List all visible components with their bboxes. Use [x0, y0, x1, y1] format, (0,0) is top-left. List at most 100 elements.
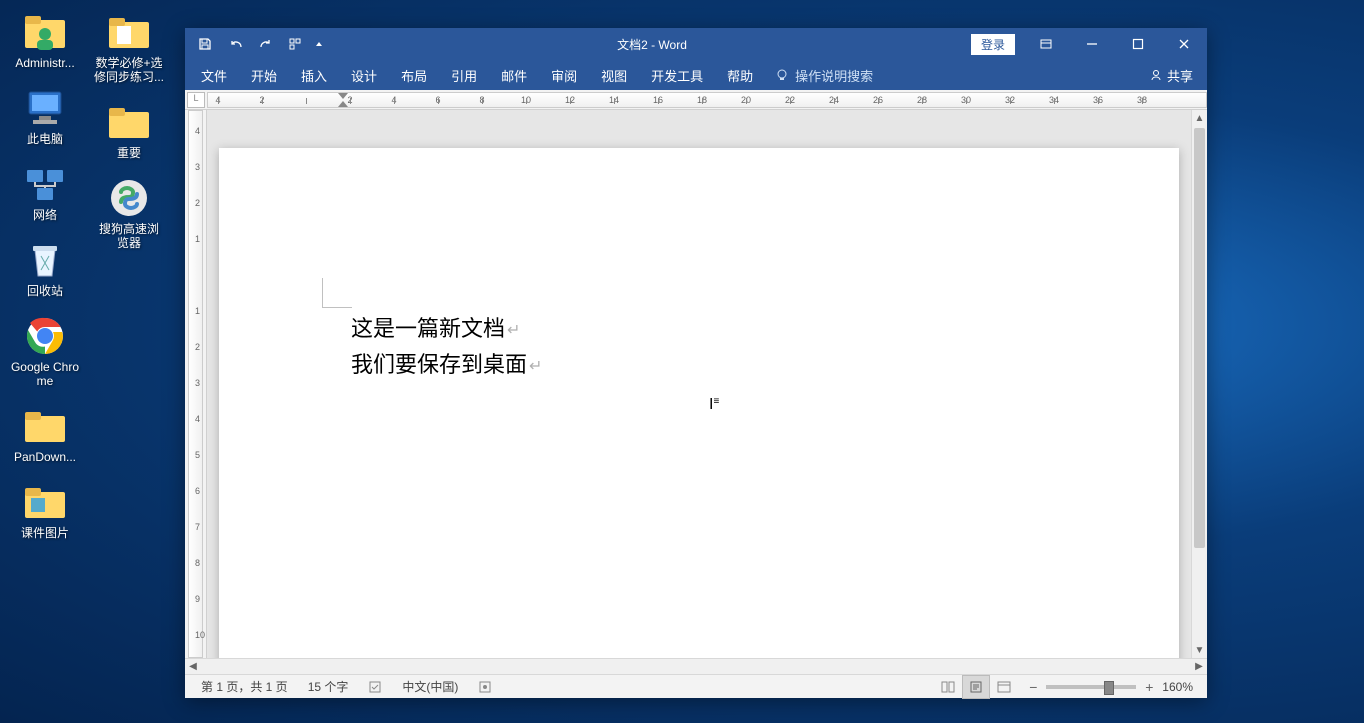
document-page[interactable]: 这是一篇新文档↵ 我们要保存到桌面↵ I≡ — [219, 148, 1179, 658]
folder-icon — [107, 10, 151, 54]
network-icon — [23, 162, 67, 206]
recycle-icon — [23, 238, 67, 282]
desktop-icon-label: 数学必修+选修同步练习... — [94, 56, 164, 84]
scroll-thumb[interactable] — [1194, 128, 1205, 548]
tab-references[interactable]: 引用 — [439, 60, 489, 90]
tab-file[interactable]: 文件 — [189, 60, 239, 90]
share-button[interactable]: 共享 — [1135, 66, 1207, 85]
redo-button[interactable] — [251, 30, 279, 58]
desktop-icon-administrator[interactable]: Administr... — [8, 8, 82, 72]
desktop-icon-network[interactable]: 网络 — [8, 160, 82, 224]
desktop-icon-this-pc[interactable]: 此电脑 — [8, 84, 82, 148]
maximize-button[interactable] — [1115, 28, 1161, 60]
paragraph-mark-icon: ↵ — [529, 358, 542, 375]
zoom-out-button[interactable]: − — [1026, 679, 1040, 695]
tab-mailings[interactable]: 邮件 — [489, 60, 539, 90]
word-count[interactable]: 15 个字 — [298, 675, 359, 698]
save-button[interactable] — [191, 30, 219, 58]
desktop-icon-label: 课件图片 — [21, 526, 69, 540]
chrome-icon — [23, 314, 67, 358]
scroll-right-button[interactable]: ▶ — [1191, 659, 1207, 675]
web-icon — [996, 680, 1012, 694]
zoom-slider[interactable] — [1046, 685, 1136, 689]
window-title: 文档2 - Word — [333, 36, 971, 53]
text-cursor-icon: I≡ — [709, 396, 719, 414]
desktop-icon-label: 网络 — [33, 208, 57, 222]
tell-me-search[interactable]: 操作说明搜索 — [765, 66, 883, 85]
person-icon — [1149, 68, 1163, 82]
tab-selector[interactable]: L — [187, 92, 205, 108]
tab-developer[interactable]: 开发工具 — [639, 60, 715, 90]
zoom-control: − + 160% — [1018, 679, 1201, 695]
desktop-col-2: 数学必修+选修同步练习... 重要 搜狗高速浏览器 — [92, 8, 166, 542]
document-line: 我们要保存到桌面 — [351, 352, 527, 377]
sogou-icon — [107, 176, 151, 220]
titlebar-right: 登录 — [971, 28, 1207, 60]
scroll-left-button[interactable]: ◀ — [185, 659, 201, 675]
desktop-icon-sogou[interactable]: 搜狗高速浏览器 — [92, 174, 166, 252]
print-layout-button[interactable] — [962, 675, 990, 699]
tab-home[interactable]: 开始 — [239, 60, 289, 90]
tab-review[interactable]: 审阅 — [539, 60, 589, 90]
statusbar: 第 1 页，共 1 页 15 个字 中文(中国) − + 160% — [185, 674, 1207, 698]
titlebar: 文档2 - Word 登录 — [185, 28, 1207, 60]
horizontal-scrollbar[interactable]: ◀ ▶ — [185, 658, 1207, 674]
ribbon-tabs: 文件 开始 插入 设计 布局 引用 邮件 审阅 视图 开发工具 帮助 操作说明搜… — [185, 60, 1207, 90]
desktop-col-1: Administr... 此电脑 网络 回收站 Google Chrome — [8, 8, 82, 542]
vertical-ruler[interactable]: 432112345678910 — [185, 110, 207, 658]
scroll-down-button[interactable]: ▼ — [1192, 642, 1207, 658]
close-button[interactable] — [1161, 28, 1207, 60]
tab-design[interactable]: 设计 — [339, 60, 389, 90]
language-status[interactable]: 中文(中国) — [392, 675, 468, 698]
tab-layout[interactable]: 布局 — [389, 60, 439, 90]
desktop-icon-label: PanDown... — [14, 450, 76, 464]
vertical-scrollbar[interactable]: ▲ ▼ — [1191, 110, 1207, 658]
undo-button[interactable] — [221, 30, 249, 58]
login-button[interactable]: 登录 — [971, 34, 1015, 55]
tab-insert[interactable]: 插入 — [289, 60, 339, 90]
desktop-icon-important[interactable]: 重要 — [92, 98, 166, 162]
spellcheck-button[interactable] — [358, 675, 392, 698]
desktop-icon-label: Google Chrome — [10, 360, 80, 388]
tab-help[interactable]: 帮助 — [715, 60, 765, 90]
paragraph-mark-icon: ↵ — [507, 322, 520, 339]
desktop-icon-courseware[interactable]: 课件图片 — [8, 478, 82, 542]
margin-guide — [322, 278, 352, 308]
quick-access-toolbar — [185, 30, 333, 58]
zoom-level[interactable]: 160% — [1162, 680, 1193, 694]
page-status[interactable]: 第 1 页，共 1 页 — [191, 675, 298, 698]
user-folder-icon — [23, 10, 67, 54]
document-line: 这是一篇新文档 — [351, 316, 505, 341]
touch-mode-button[interactable] — [281, 30, 309, 58]
lightbulb-icon — [775, 68, 789, 82]
folder-icon — [23, 404, 67, 448]
minimize-button[interactable] — [1069, 28, 1115, 60]
page-icon — [968, 680, 984, 694]
book-icon — [940, 680, 956, 694]
qat-customize-button[interactable] — [311, 30, 327, 58]
folder-icon — [107, 100, 151, 144]
tell-me-label: 操作说明搜索 — [795, 66, 873, 85]
scroll-up-button[interactable]: ▲ — [1192, 110, 1207, 126]
macro-icon — [478, 680, 492, 694]
desktop-icon-label: 搜狗高速浏览器 — [94, 222, 164, 250]
web-layout-button[interactable] — [990, 675, 1018, 699]
ribbon-display-button[interactable] — [1023, 28, 1069, 60]
desktop-icon-label: 回收站 — [27, 284, 63, 298]
desktop-icon-label: 重要 — [117, 146, 141, 160]
pc-icon — [23, 86, 67, 130]
horizontal-ruler[interactable]: L 422468101214161820222426283032343638 — [185, 90, 1207, 110]
tab-view[interactable]: 视图 — [589, 60, 639, 90]
share-label: 共享 — [1167, 66, 1193, 85]
folder-icon — [23, 480, 67, 524]
macro-button[interactable] — [468, 675, 502, 698]
document-body[interactable]: 这是一篇新文档↵ 我们要保存到桌面↵ — [351, 312, 542, 384]
desktop-icon-chrome[interactable]: Google Chrome — [8, 312, 82, 390]
read-mode-button[interactable] — [934, 675, 962, 699]
desktop-icon-pandown[interactable]: PanDown... — [8, 402, 82, 466]
desktop-icon-label: 此电脑 — [27, 132, 63, 146]
page-viewport: 这是一篇新文档↵ 我们要保存到桌面↵ I≡ — [207, 110, 1207, 658]
desktop-icon-math[interactable]: 数学必修+选修同步练习... — [92, 8, 166, 86]
zoom-in-button[interactable]: + — [1142, 679, 1156, 695]
desktop-icon-recycle-bin[interactable]: 回收站 — [8, 236, 82, 300]
